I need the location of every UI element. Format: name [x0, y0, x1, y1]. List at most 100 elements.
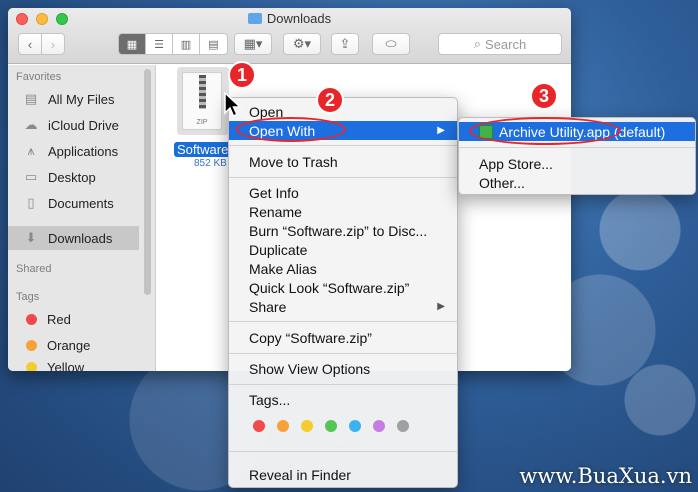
yellow-tag-button[interactable]: [301, 420, 313, 432]
menu-item-copy[interactable]: Copy “Software.zip”: [229, 328, 457, 347]
menu-item-reveal-in-finder[interactable]: Reveal in Finder: [229, 465, 457, 484]
menu-separator: [229, 177, 457, 178]
view-mode-control: ▦ ☰ ▥ ▤: [118, 33, 228, 55]
menu-separator: [229, 384, 457, 385]
sidebar-item-applications[interactable]: ⩚ Applications: [8, 140, 139, 162]
sidebar-scrollbar[interactable]: [144, 69, 151, 295]
menu-item-duplicate[interactable]: Duplicate: [229, 240, 457, 259]
sidebar-tag-label: Orange: [47, 337, 91, 353]
menu-item-make-alias[interactable]: Make Alias: [229, 259, 457, 278]
file-size: 852 KB: [194, 158, 227, 169]
sidebar-tag-red[interactable]: Red: [8, 308, 139, 330]
zipper-graphic: [199, 75, 206, 109]
sidebar-item-label: Applications: [48, 143, 119, 159]
mouse-pointer-icon: [224, 92, 242, 117]
menu-separator: [229, 353, 457, 354]
menu-item-label: Other...: [479, 174, 525, 191]
documents-icon: ▯: [27, 195, 35, 210]
gray-tag-button[interactable]: [397, 420, 409, 432]
sidebar-tag-label: Red: [47, 311, 71, 327]
share-button[interactable]: ⇪: [331, 33, 359, 55]
list-icon: ☰: [154, 38, 164, 51]
sidebar-tag-orange[interactable]: Orange: [8, 334, 139, 356]
menu-item-share[interactable]: Share ▶: [229, 297, 457, 316]
menu-item-label: Tags...: [249, 391, 291, 408]
highlight-ring-archive-utility: [469, 117, 621, 145]
sidebar: Favorites ▤ All My Files ☁ iCloud Drive ⩚ A…: [8, 65, 156, 371]
menu-item-label: Copy “Software.zip”: [249, 329, 372, 346]
downloads-icon: ⬇: [25, 230, 37, 245]
menu-separator: [229, 145, 457, 146]
grid-icon: ▦: [126, 38, 138, 51]
sidebar-item-all-my-files[interactable]: ▤ All My Files: [8, 88, 139, 110]
yellow-tag-icon: [26, 361, 37, 371]
menu-item-tags[interactable]: Tags...: [229, 390, 457, 409]
sidebar-item-desktop[interactable]: ▭ Desktop: [8, 166, 139, 188]
favorites-heading: Favorites: [16, 71, 62, 83]
menu-item-burn[interactable]: Burn “Software.zip” to Disc...: [229, 221, 457, 240]
menu-item-move-to-trash[interactable]: Move to Trash: [229, 152, 457, 171]
menu-item-quick-look[interactable]: Quick Look “Software.zip”: [229, 278, 457, 297]
green-tag-button[interactable]: [325, 420, 337, 432]
search-field[interactable]: ⌕ Search: [438, 33, 562, 55]
step-badge-1: 1: [228, 61, 256, 89]
submenu-arrow-icon: ▶: [437, 125, 445, 136]
search-icon: ⌕: [473, 36, 482, 51]
share-icon: ⇪: [339, 36, 351, 51]
zip-file-icon[interactable]: ZIP: [182, 72, 222, 130]
sidebar-item-label: Downloads: [48, 230, 113, 246]
chevron-left-icon: ‹: [27, 36, 33, 52]
orange-tag-icon: [26, 339, 37, 351]
sidebar-tag-yellow[interactable]: Yellow: [8, 360, 139, 371]
sidebar-item-label: All My Files: [48, 91, 115, 107]
title-bar: Downloads ‹ › ▦ ☰ ▥ ▤ ▦▾ ⚙▾ ⇪ ⬭ ⌕ Search: [8, 8, 571, 64]
blue-tag-button[interactable]: [349, 420, 361, 432]
highlight-ring-open-with: [236, 117, 346, 142]
cover-flow-button[interactable]: ▤: [200, 34, 227, 54]
window-title: Downloads: [8, 11, 571, 26]
step-badge-2: 2: [316, 86, 344, 114]
shared-heading: Shared: [16, 263, 52, 275]
arrange-button[interactable]: ▦▾: [234, 33, 272, 55]
red-tag-button[interactable]: [253, 420, 265, 432]
orange-tag-button[interactable]: [277, 420, 289, 432]
icon-view-button[interactable]: ▦: [119, 34, 146, 54]
submenu-item-app-store[interactable]: App Store...: [459, 154, 695, 173]
files-icon: ▤: [24, 91, 38, 106]
menu-item-rename[interactable]: Rename: [229, 202, 457, 221]
columns-icon: ▥: [180, 38, 192, 51]
folder-icon: [247, 13, 262, 24]
menu-separator: [229, 451, 457, 452]
column-view-button[interactable]: ▥: [173, 34, 200, 54]
sidebar-item-label: Documents: [48, 195, 114, 211]
file-name[interactable]: Software: [174, 142, 232, 157]
menu-item-label: Share: [249, 298, 287, 315]
window-title-text: Downloads: [266, 11, 332, 26]
cover-flow-icon: ▤: [208, 38, 219, 51]
tag-icon: ⬭: [385, 36, 397, 51]
sidebar-item-downloads[interactable]: ⬇ Downloads: [8, 226, 139, 250]
menu-item-label: Reveal in Finder: [249, 466, 351, 483]
watermark: www.BuaXua.vn: [519, 464, 692, 488]
menu-item-show-view-options[interactable]: Show View Options: [229, 359, 457, 378]
sidebar-item-documents[interactable]: ▯ Documents: [8, 192, 139, 214]
menu-item-get-info[interactable]: Get Info: [229, 183, 457, 202]
back-button[interactable]: ‹: [18, 33, 42, 55]
list-view-button[interactable]: ☰: [146, 34, 173, 54]
edit-tags-button[interactable]: ⬭: [372, 33, 410, 55]
step-badge-3: 3: [530, 82, 558, 110]
menu-item-label: Quick Look “Software.zip”: [249, 279, 410, 296]
chevron-right-icon: ›: [50, 36, 56, 52]
menu-item-label: Burn “Software.zip” to Disc...: [249, 222, 428, 239]
action-button[interactable]: ⚙▾: [283, 33, 321, 55]
forward-button[interactable]: ›: [41, 33, 65, 55]
file-type-label: ZIP: [196, 119, 208, 126]
submenu-item-other[interactable]: Other...: [459, 173, 695, 192]
tags-heading: Tags: [16, 291, 40, 303]
menu-item-label: Get Info: [249, 184, 299, 201]
cloud-icon: ☁: [24, 117, 38, 132]
desktop-icon: ▭: [24, 169, 38, 184]
sidebar-item-icloud-drive[interactable]: ☁ iCloud Drive: [8, 114, 139, 136]
purple-tag-button[interactable]: [373, 420, 385, 432]
menu-item-label: Move to Trash: [249, 153, 338, 170]
